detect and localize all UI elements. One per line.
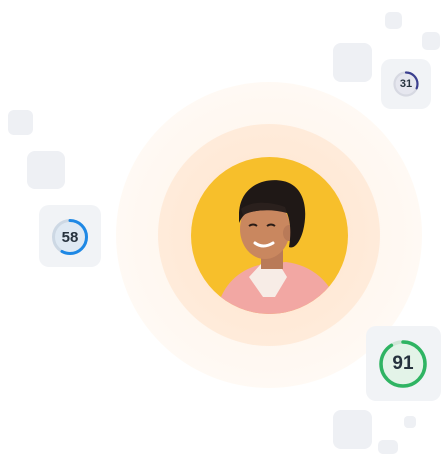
score-value: 91 [392, 353, 414, 374]
decor-square [422, 32, 440, 50]
score-gauge: 91 [377, 338, 429, 390]
decor-square [385, 12, 402, 29]
score-gauge: 58 [50, 217, 90, 257]
score-value: 31 [399, 78, 413, 90]
decor-square [333, 43, 372, 82]
score-value: 58 [61, 228, 79, 246]
decor-square [404, 416, 416, 428]
decor-square [27, 151, 65, 189]
decor-square [8, 110, 33, 135]
avatar [191, 157, 348, 314]
score-card-31: 31 [381, 59, 431, 109]
score-gauge: 31 [392, 70, 420, 98]
score-card-58: 58 [39, 205, 101, 267]
person-portrait-icon [216, 180, 341, 314]
decor-square [333, 410, 372, 449]
score-card-91: 91 [366, 326, 441, 401]
decor-square [378, 440, 398, 454]
